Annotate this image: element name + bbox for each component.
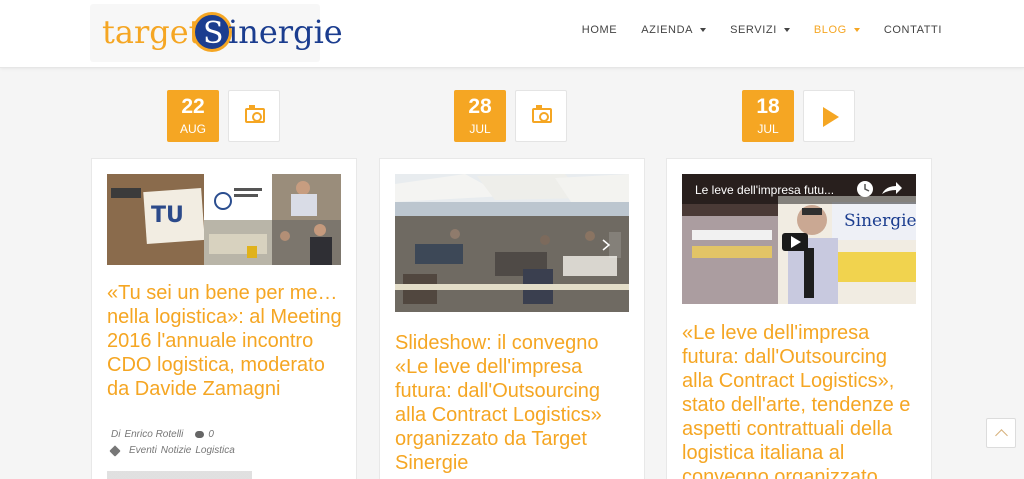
nav-home[interactable]: HOME [582, 22, 617, 38]
post-meta-1: 22 AUG [167, 90, 280, 142]
brand-logo[interactable]: target S inergie [90, 4, 343, 62]
post-categories: Eventi Notizie Logistica [109, 444, 235, 457]
brand-logo-monogram: S [192, 12, 232, 52]
post-date-2: 28 JUL [454, 90, 506, 142]
post-card-1: TU «Tu sei un bene per me… nella logisti… [91, 158, 357, 479]
post-date-1: 22 AUG [167, 90, 219, 142]
nav-servizi[interactable]: SERVIZI [730, 22, 790, 38]
post-card-2: Slideshow: il convegno «Le leve dell'imp… [379, 158, 645, 479]
post-card-3: Sinergie Le leve dell'impresa futu... «L… [666, 158, 932, 479]
post-author-link[interactable]: Enrico Rotelli [124, 429, 183, 440]
main-nav: HOME AZIENDA SERVIZI BLOG CONTATTI [558, 22, 942, 38]
brand-logo-text-target: target [102, 13, 202, 51]
post-title-2[interactable]: Slideshow: il convegno «Le leve dell'imp… [395, 331, 633, 475]
post-thumbnail-1[interactable]: TU [107, 174, 341, 265]
post-author-line: Di Enrico Rotelli 0 [111, 429, 214, 440]
category-link[interactable]: Logistica [195, 445, 234, 456]
comment-icon [195, 431, 205, 438]
brand-logo-text-sinergie: inergie [228, 13, 343, 51]
nav-blog[interactable]: BLOG [814, 22, 860, 38]
post-by-label: Di [111, 429, 121, 440]
nav-contatti[interactable]: CONTATTI [884, 22, 942, 38]
post-meta-3: 18 JUL [742, 90, 855, 142]
scroll-to-top-button[interactable] [986, 418, 1016, 448]
nav-azienda[interactable]: AZIENDA [641, 22, 707, 38]
post-date-3: 18 JUL [742, 90, 794, 142]
site-header: target S inergie HOME AZIENDA SERVIZI BL… [0, 0, 1024, 68]
category-link[interactable]: Eventi [129, 445, 157, 456]
post-month: JUL [757, 122, 779, 136]
post-month: AUG [179, 122, 206, 136]
post-title-1[interactable]: «Tu sei un bene per me… nella logistica»… [107, 281, 345, 401]
post-month: JUL [469, 122, 491, 136]
post-video-3[interactable]: Sinergie Le leve dell'impresa futu... [682, 174, 916, 304]
post-day: 22 [181, 95, 205, 118]
svg-text:TU: TU [151, 203, 184, 228]
post-slideshow-2[interactable] [395, 174, 629, 312]
post-comment-count[interactable]: 0 [208, 429, 214, 440]
post-excerpt-cut [107, 471, 341, 479]
camera-icon [532, 105, 552, 123]
category-link[interactable]: Notizie [161, 445, 192, 456]
post-format-video[interactable] [803, 90, 855, 142]
caret-down-icon [853, 28, 860, 32]
video-title: Le leve dell'impresa futu... [695, 183, 835, 197]
caret-down-icon [783, 28, 790, 32]
post-day: 28 [468, 95, 492, 118]
camera-icon [245, 105, 265, 123]
play-icon [823, 107, 839, 127]
tag-icon [109, 444, 121, 457]
post-day: 18 [756, 95, 780, 118]
svg-text:Sinergie: Sinergie [844, 211, 916, 231]
post-title-3[interactable]: «Le leve dell'impresa futura: dall'Outso… [682, 321, 920, 479]
post-meta-2: 28 JUL [454, 90, 567, 142]
post-format-gallery[interactable] [228, 90, 280, 142]
caret-down-icon [700, 28, 707, 32]
post-format-gallery[interactable] [515, 90, 567, 142]
